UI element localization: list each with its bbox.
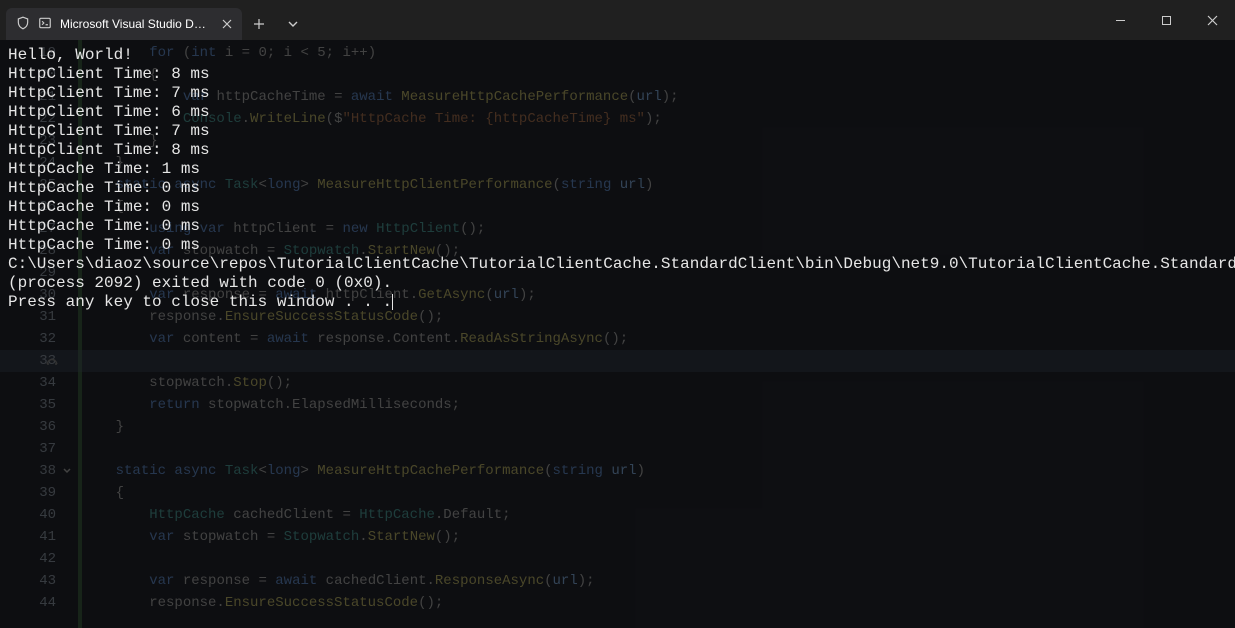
console-line: HttpClient Time: 7 ms <box>8 122 1235 141</box>
content-area: 1920212223242526272829303132333435363738… <box>0 40 1235 628</box>
console-line: Hello, World! <box>8 46 1235 65</box>
tab-dropdown-button[interactable] <box>276 8 310 40</box>
new-tab-button[interactable] <box>242 8 276 40</box>
console-line: HttpCache Time: 0 ms <box>8 236 1235 255</box>
tab-title: Microsoft Visual Studio Debug <box>60 17 210 31</box>
tab-active[interactable]: Microsoft Visual Studio Debug <box>6 8 242 40</box>
close-tab-button[interactable] <box>218 15 236 33</box>
text-cursor <box>392 294 393 310</box>
console-line: HttpCache Time: 0 ms <box>8 198 1235 217</box>
shield-icon <box>16 16 30 33</box>
console-line: HttpClient Time: 8 ms <box>8 65 1235 84</box>
console-line: HttpCache Time: 0 ms <box>8 179 1235 198</box>
titlebar: Microsoft Visual Studio Debug <box>0 0 1235 40</box>
console-line: HttpCache Time: 0 ms <box>8 217 1235 236</box>
terminal-icon <box>38 16 52 33</box>
maximize-button[interactable] <box>1143 0 1189 40</box>
tab-strip: Microsoft Visual Studio Debug <box>0 0 310 40</box>
console-line: HttpCache Time: 1 ms <box>8 160 1235 179</box>
minimize-button[interactable] <box>1097 0 1143 40</box>
close-window-button[interactable] <box>1189 0 1235 40</box>
console-line: Press any key to close this window . . . <box>8 293 1235 312</box>
console-line: HttpClient Time: 7 ms <box>8 84 1235 103</box>
console-line: HttpClient Time: 8 ms <box>8 141 1235 160</box>
console-line: C:\Users\diaoz\source\repos\TutorialClie… <box>8 255 1235 293</box>
window-controls <box>1097 0 1235 40</box>
console-line: HttpClient Time: 6 ms <box>8 103 1235 122</box>
debug-console-output[interactable]: Hello, World!HttpClient Time: 8 msHttpCl… <box>0 40 1235 628</box>
